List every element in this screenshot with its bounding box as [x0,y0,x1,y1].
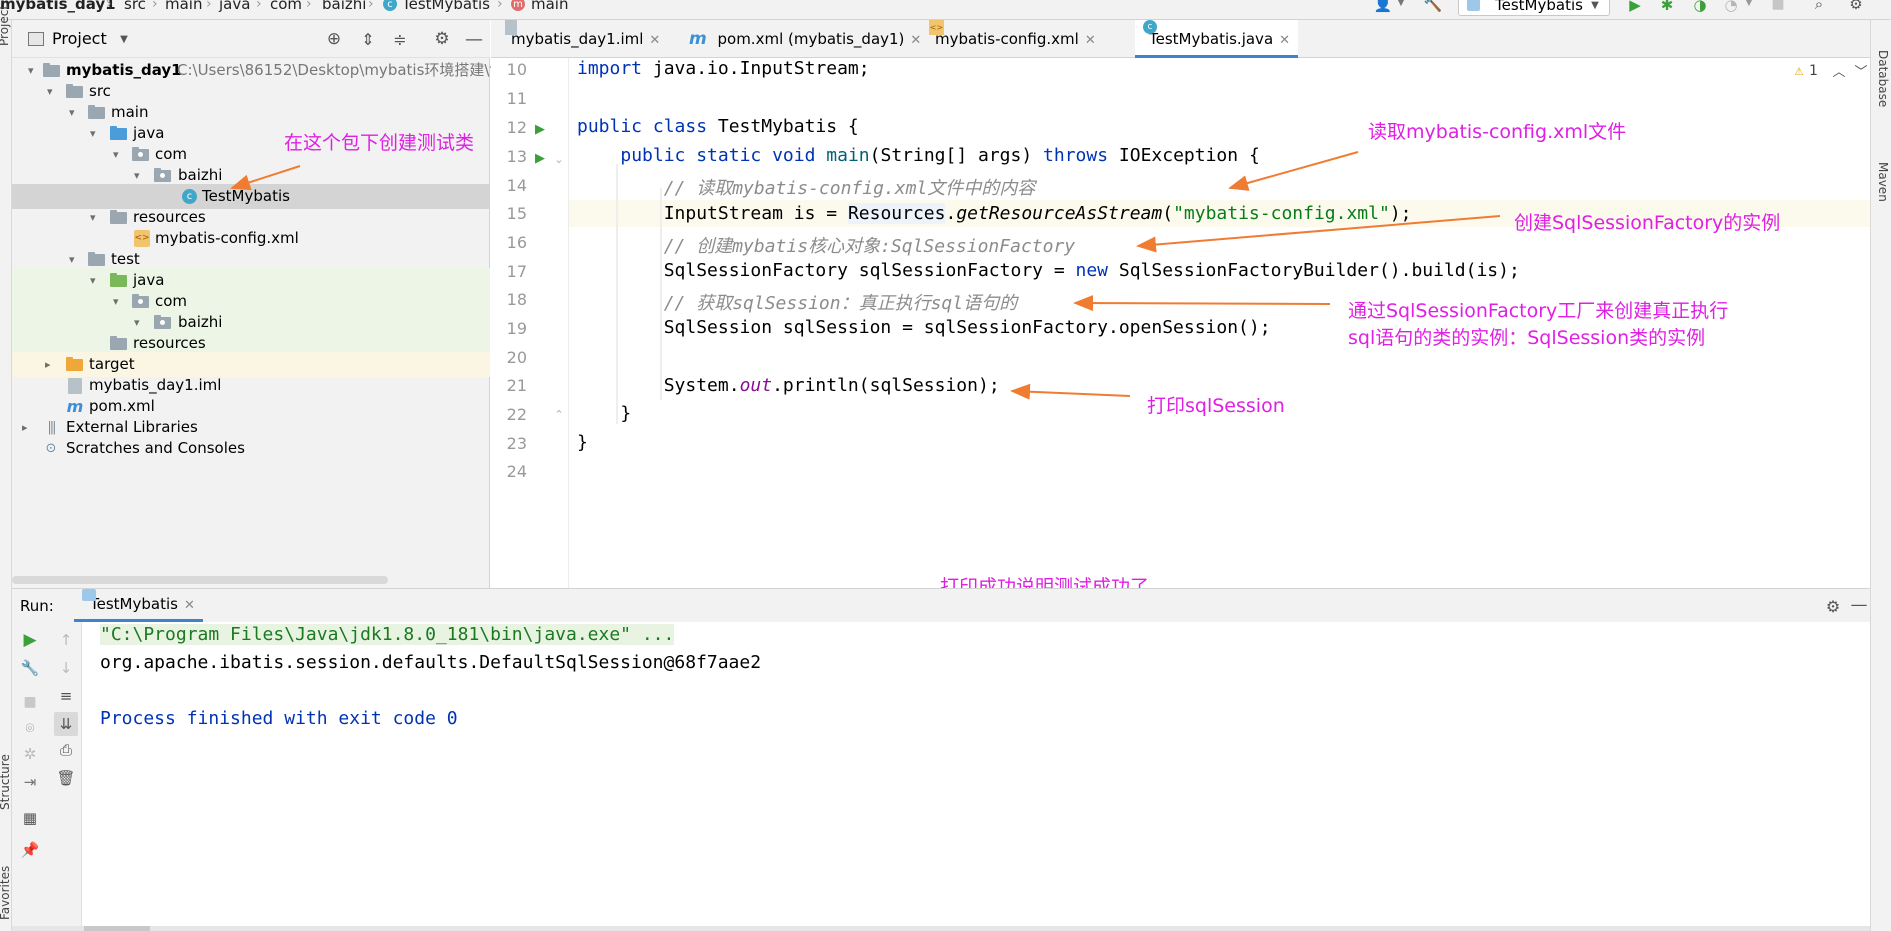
run-panel-title: Run: [20,597,54,615]
status-bar-scroll [84,926,150,931]
settings-gear-icon[interactable]: ⚙ [1824,597,1842,616]
layout-icon[interactable]: ▦ [20,808,40,828]
soft-wrap-icon[interactable]: ≡ [56,686,76,706]
arrow-create-session [1073,295,1331,312]
tab-label: TestMybatis [90,595,178,613]
scroll-to-end-icon[interactable]: ⇊ [54,712,78,736]
arrow-read-config [1228,151,1359,191]
arrow-up-icon[interactable]: ↑ [56,630,76,650]
annotation-create-session-line1: 通过SqlSessionFactory工厂来创建真正执行 [1348,300,1729,322]
arrow-down-icon[interactable]: ↓ [56,658,76,678]
print-icon[interactable]: ⎙ [56,740,76,760]
tab-run-testmybatis[interactable]: TestMybatis ✕ [74,589,203,622]
status-bar [12,926,1870,931]
annotation-create-factory: 创建SqlSessionFactory的实例 [1514,212,1781,234]
login-icon[interactable]: ⇥ [20,772,40,792]
annotation-print-session: 打印sqlSession [1147,395,1285,417]
gear-pause-icon[interactable]: ✲ [20,744,40,764]
annotation-package-note: 在这个包下创建测试类 [284,132,475,154]
trash-icon[interactable]: 🗑 [56,768,76,788]
run-toolbar-secondary: ↑ ↓ ≡ ⇊ ⎙ 🗑 [50,622,82,931]
rerun-icon[interactable]: ▶ [20,630,40,650]
arrow-package-note [230,165,301,191]
run-toolbar-primary: ▶ 🔧 ■ ⌾ ✲ ⇥ ▦ 📌 [12,622,50,931]
arrow-print-session [1010,383,1131,400]
arrow-create-factory [1136,215,1501,253]
run-panel-header: Run: TestMybatis ✕ ⚙ — [12,588,1870,622]
pin-icon[interactable]: 📌 [20,840,40,860]
hide-panel-icon[interactable]: — [1850,595,1868,615]
console-output[interactable]: "C:\Program Files\Java\jdk1.8.0_181\bin\… [82,622,1870,931]
annotation-read-config: 读取mybatis-config.xml文件 [1368,121,1627,143]
java-app-icon [82,589,96,601]
console-line-exit: Process finished with exit code 0 [100,708,458,729]
wrench-icon[interactable]: 🔧 [20,658,40,678]
camera-icon[interactable]: ⌾ [20,718,40,738]
console-line-output: org.apache.ibatis.session.defaults.Defau… [100,652,762,673]
annotation-create-session-line2: sql语句的类的实例：SqlSession类的实例 [1348,327,1706,349]
console-line-command: "C:\Program Files\Java\jdk1.8.0_181\bin\… [100,624,675,645]
close-icon[interactable]: ✕ [184,598,195,613]
stop-icon[interactable]: ■ [20,692,40,712]
